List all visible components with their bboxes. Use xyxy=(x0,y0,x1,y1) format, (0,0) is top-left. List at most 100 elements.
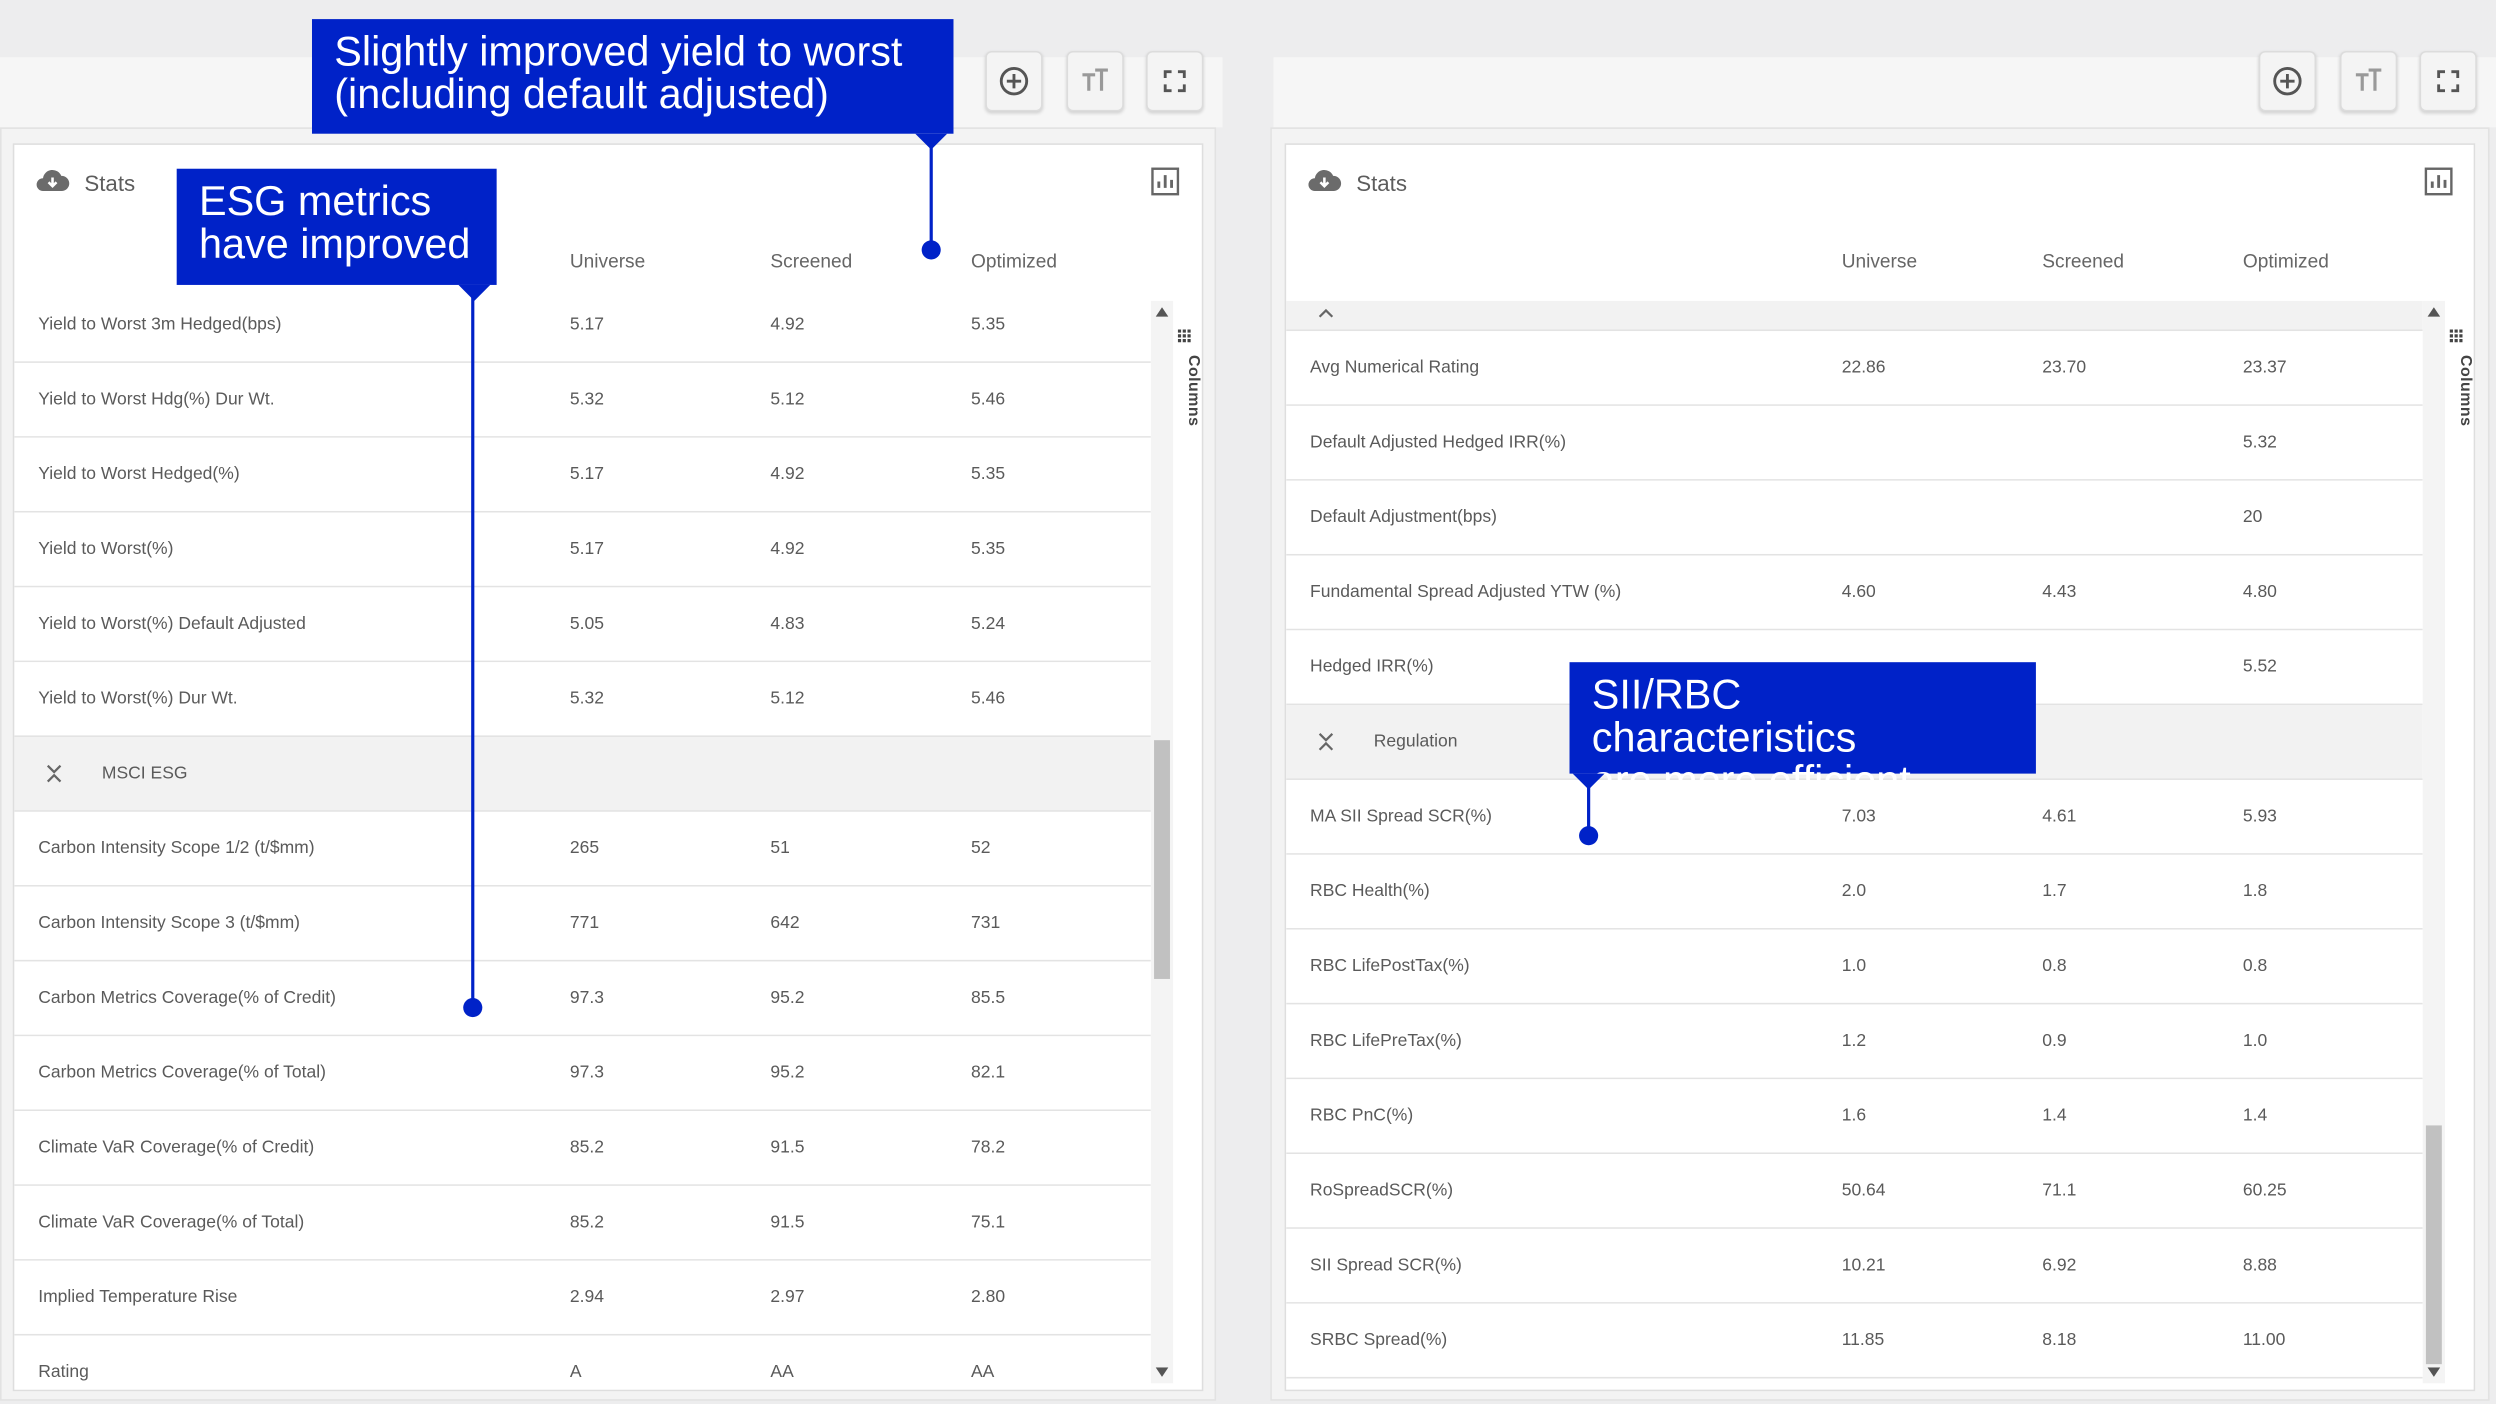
fullscreen-button[interactable] xyxy=(1146,50,1204,112)
group-label: Regulation xyxy=(1373,732,1458,752)
text-size-button[interactable] xyxy=(1066,50,1124,112)
callout-sii-dot xyxy=(1579,826,1599,846)
cloud-download-icon[interactable] xyxy=(1307,167,1342,204)
add-widget-button[interactable] xyxy=(985,50,1043,112)
column-header-universe[interactable]: Universe xyxy=(1842,250,1917,272)
cell-universe: 5.32 xyxy=(569,389,604,410)
table-row[interactable]: RBC PnC(%) 1.6 1.4 1.4 xyxy=(1286,1079,2423,1155)
column-header-universe[interactable]: Universe xyxy=(570,250,645,272)
table-row[interactable]: Default Adjusted Hedged IRR(%) 5.32 xyxy=(1286,405,2423,481)
table-row[interactable]: Yield to Worst(%) 5.17 4.92 5.35 xyxy=(14,512,1151,588)
group-row[interactable]: CDI/MA xyxy=(1286,300,2423,332)
scrollbar-thumb[interactable] xyxy=(1154,740,1170,979)
cell-screened: 4.92 xyxy=(770,315,805,335)
add-widget-button-right[interactable] xyxy=(2258,50,2317,112)
table-row[interactable]: Carbon Metrics Coverage(% of Credit) 97.3… xyxy=(14,961,1151,1037)
chevron-up-icon[interactable] xyxy=(1316,304,1335,326)
cell-universe: 2.0 xyxy=(1841,881,1867,901)
row-label: Rating xyxy=(38,1362,89,1382)
table-row[interactable]: SRBC Spread(%) 11.85 8.18 11.00 xyxy=(1286,1303,2423,1379)
columns-side-tab[interactable]: Columns xyxy=(1173,323,1205,426)
row-label: Carbon Intensity Scope 3 (t/$mm) xyxy=(38,913,301,933)
table-row[interactable]: RBC LifePreTax(%) 1.2 0.9 1.0 xyxy=(1286,1004,2423,1080)
cell-optimized: 1.8 xyxy=(2242,881,2268,901)
cell-optimized: 52 xyxy=(970,838,991,858)
cell-screened: 91.5 xyxy=(770,1138,805,1158)
fullscreen-button-right[interactable] xyxy=(2419,50,2477,112)
collapse-icon[interactable] xyxy=(1316,731,1335,753)
cell-universe: 22.86 xyxy=(1841,358,1886,378)
table-row[interactable]: RBC Health(%) 2.0 1.7 1.8 xyxy=(1286,854,2423,930)
table-row[interactable]: Fundamental Spread Adjusted YTW (%) 4.60 4… xyxy=(1286,555,2423,631)
scroll-up-icon[interactable] xyxy=(2427,307,2441,317)
cell-screened: 4.92 xyxy=(770,464,805,484)
cell-universe: 265 xyxy=(569,838,600,858)
scroll-down-icon[interactable] xyxy=(2427,1367,2441,1377)
table-row[interactable]: Yield to Worst Hdg(%) Dur Wt. 5.32 5.12 5.4… xyxy=(14,362,1151,438)
callout-yield-dot xyxy=(921,240,941,260)
column-header-optimized[interactable]: Optimized xyxy=(971,250,1057,272)
fullscreen-icon xyxy=(1163,70,1186,93)
cell-universe: 1.0 xyxy=(1841,956,1867,976)
card-title: Stats xyxy=(84,170,136,196)
scroll-up-icon[interactable] xyxy=(1155,307,1169,317)
column-header-screened[interactable]: Screened xyxy=(770,250,852,272)
cell-screened: 4.92 xyxy=(770,539,805,559)
cell-screened: 71.1 xyxy=(2042,1181,2077,1201)
columns-tab-label[interactable]: Columns xyxy=(1173,355,1202,426)
cell-screened: 0.9 xyxy=(2042,1031,2067,1051)
cell-universe: 1.6 xyxy=(1841,1106,1867,1126)
column-header-screened[interactable]: Screened xyxy=(2042,250,2124,272)
cell-optimized: 5.24 xyxy=(970,614,1006,634)
table-row[interactable]: Yield to Worst Hedged(%) 5.17 4.92 5.35 xyxy=(14,437,1151,513)
left-stats-card: Stats Universe Screened Optimized Yield … xyxy=(12,143,1205,1392)
table-row[interactable]: Carbon Intensity Scope 1/2 (t/$mm) 265 51 5… xyxy=(14,811,1151,887)
table-row[interactable]: Yield to Worst(%) Default Adjusted 5.05 4.… xyxy=(14,587,1151,663)
row-label: MA SII Spread SCR(%) xyxy=(1310,807,1493,827)
callout-sii: SII/RBC characteristics are more efficie… xyxy=(1569,662,2036,801)
vertical-scrollbar[interactable] xyxy=(1150,300,1174,1384)
columns-tab-label[interactable]: Columns xyxy=(2445,355,2474,426)
table-row[interactable]: RoSpreadSCR(%) 50.64 71.1 60.25 xyxy=(1286,1154,2423,1229)
bar-chart-icon[interactable] xyxy=(1151,167,1180,204)
row-label: Hedged IRR(%) xyxy=(1310,657,1434,677)
table-row[interactable]: RBC LifePostTax(%) 1.0 0.8 0.8 xyxy=(1286,929,2423,1005)
text-size-button-right[interactable] xyxy=(2339,50,2398,112)
group-row[interactable]: MSCI ESG xyxy=(14,737,1151,812)
table-row[interactable]: Carbon Metrics Coverage(% of Total) 97.3 9… xyxy=(14,1036,1151,1112)
table-row[interactable]: Avg Numerical Rating 22.86 23.70 23.37 xyxy=(1286,331,2423,406)
cell-universe: 1.2 xyxy=(1841,1031,1867,1051)
column-header-optimized[interactable]: Optimized xyxy=(2243,250,2329,272)
cell-universe: 771 xyxy=(569,913,600,933)
table-row[interactable]: Climate VaR Coverage(% of Credit) 85.2 91.… xyxy=(14,1111,1151,1186)
table-row[interactable]: Carbon Intensity Scope 3 (t/$mm) 771 642 73… xyxy=(14,886,1151,962)
cloud-download-icon[interactable] xyxy=(35,167,70,204)
columns-side-tab[interactable]: Columns xyxy=(2445,323,2477,426)
cell-universe: 50.64 xyxy=(1841,1181,1886,1201)
table-row[interactable]: Rating A AA AA xyxy=(14,1335,1151,1390)
row-label: Yield to Worst 3m Hedged(bps) xyxy=(38,315,282,335)
row-label: Climate VaR Coverage(% of Credit) xyxy=(38,1138,315,1158)
table-row[interactable]: Implied Temperature Rise 2.94 2.97 2.80 xyxy=(14,1260,1151,1336)
table-row[interactable]: Default Adjustment(bps) 20 xyxy=(1286,480,2423,556)
bar-chart-icon[interactable] xyxy=(2424,167,2453,204)
card-header: Stats Universe Screened Optimized xyxy=(1286,145,2473,301)
table-row[interactable]: SII Spread SCR(%) 10.21 6.92 8.88 xyxy=(1286,1228,2423,1304)
table-row[interactable]: Climate VaR Coverage(% of Total) 85.2 91.5… xyxy=(14,1185,1151,1261)
row-label: Implied Temperature Rise xyxy=(38,1287,238,1307)
row-label: SRBC Spread(%) xyxy=(1310,1330,1448,1350)
collapse-icon[interactable] xyxy=(45,762,64,784)
cell-optimized: 4.80 xyxy=(2242,582,2277,602)
table-row[interactable]: Yield to Worst 3m Hedged(bps) 5.17 4.92 5.3… xyxy=(14,300,1151,363)
scroll-down-icon[interactable] xyxy=(1155,1367,1169,1377)
scrollbar-thumb[interactable] xyxy=(2425,1125,2442,1365)
cell-universe: 97.3 xyxy=(569,1063,604,1083)
group-label: MSCI ESG xyxy=(101,764,188,784)
cell-optimized: 5.52 xyxy=(2242,657,2277,677)
cell-universe: 4.60 xyxy=(1841,582,1876,602)
vertical-scrollbar[interactable] xyxy=(2422,300,2446,1384)
columns-icon xyxy=(1177,329,1191,343)
cell-screened: 2.97 xyxy=(770,1287,805,1307)
table-row[interactable]: Yield to Worst(%) Dur Wt. 5.32 5.12 5.46 xyxy=(14,662,1151,738)
callout-esg-line xyxy=(471,294,475,1007)
